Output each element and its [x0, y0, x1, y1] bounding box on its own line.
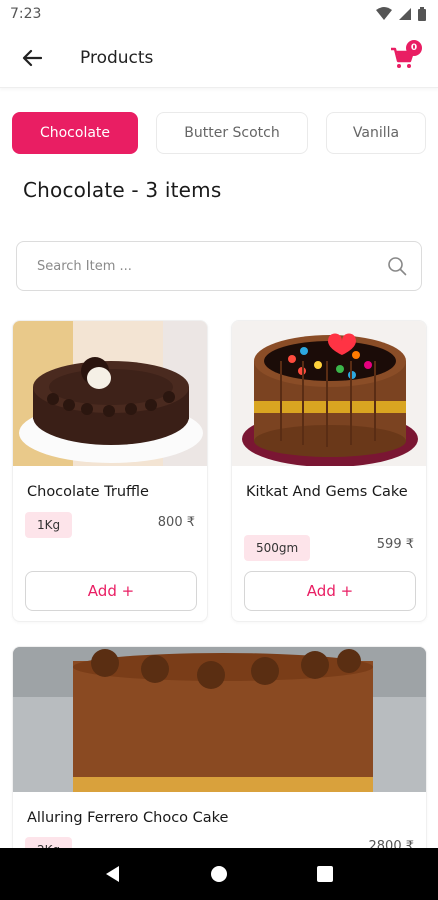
- product-card-kitkat-gems[interactable]: Kitkat And Gems Cake 500gm 599 ₹ Add +: [231, 320, 427, 622]
- back-button[interactable]: [12, 38, 52, 78]
- nav-recents-icon[interactable]: [316, 865, 334, 883]
- search-bar: [16, 241, 422, 291]
- product-image-kitkat-gems: [232, 321, 426, 466]
- product-price: 599 ₹: [376, 537, 414, 552]
- product-card-ferrero[interactable]: Alluring Ferrero Choco Cake 2Kg 2800 ₹: [12, 646, 427, 866]
- arrow-left-icon: [22, 49, 42, 66]
- signal-icon: [399, 8, 411, 20]
- status-time: 7:23: [10, 6, 42, 22]
- search-icon[interactable]: [387, 256, 407, 276]
- product-image-chocolate-truffle: [13, 321, 207, 466]
- product-name: Chocolate Truffle: [27, 484, 149, 500]
- status-icons: [376, 7, 426, 21]
- nav-back-icon[interactable]: [104, 865, 122, 883]
- system-nav-bar: [0, 848, 438, 900]
- add-to-cart-button[interactable]: Add +: [25, 571, 197, 611]
- product-image-ferrero: [13, 647, 426, 792]
- tab-butter-scotch[interactable]: Butter Scotch: [156, 112, 308, 154]
- section-title: Chocolate - 3 items: [23, 178, 222, 202]
- product-name: Alluring Ferrero Choco Cake: [27, 810, 229, 826]
- tab-chocolate[interactable]: Chocolate: [12, 112, 138, 154]
- weight-chip: 1Kg: [25, 512, 73, 538]
- search-input[interactable]: [37, 258, 387, 274]
- cart-count-badge: 0: [406, 40, 422, 56]
- cart-button[interactable]: 0: [384, 40, 422, 76]
- battery-icon: [418, 7, 426, 21]
- page-title: Products: [80, 47, 154, 68]
- product-price: 800 ₹: [157, 515, 195, 530]
- app-bar: Products 0: [0, 28, 438, 88]
- wifi-icon: [376, 7, 392, 20]
- tab-vanilla[interactable]: Vanilla: [326, 112, 426, 154]
- nav-home-icon[interactable]: [210, 865, 228, 883]
- status-bar: 7:23: [0, 0, 438, 28]
- product-name: Kitkat And Gems Cake: [246, 484, 408, 500]
- weight-chip: 500gm: [244, 535, 311, 561]
- category-tabs: Chocolate Butter Scotch Vanilla: [12, 112, 438, 154]
- product-card-chocolate-truffle[interactable]: Chocolate Truffle 1Kg 800 ₹ Add +: [12, 320, 208, 622]
- add-to-cart-button[interactable]: Add +: [244, 571, 416, 611]
